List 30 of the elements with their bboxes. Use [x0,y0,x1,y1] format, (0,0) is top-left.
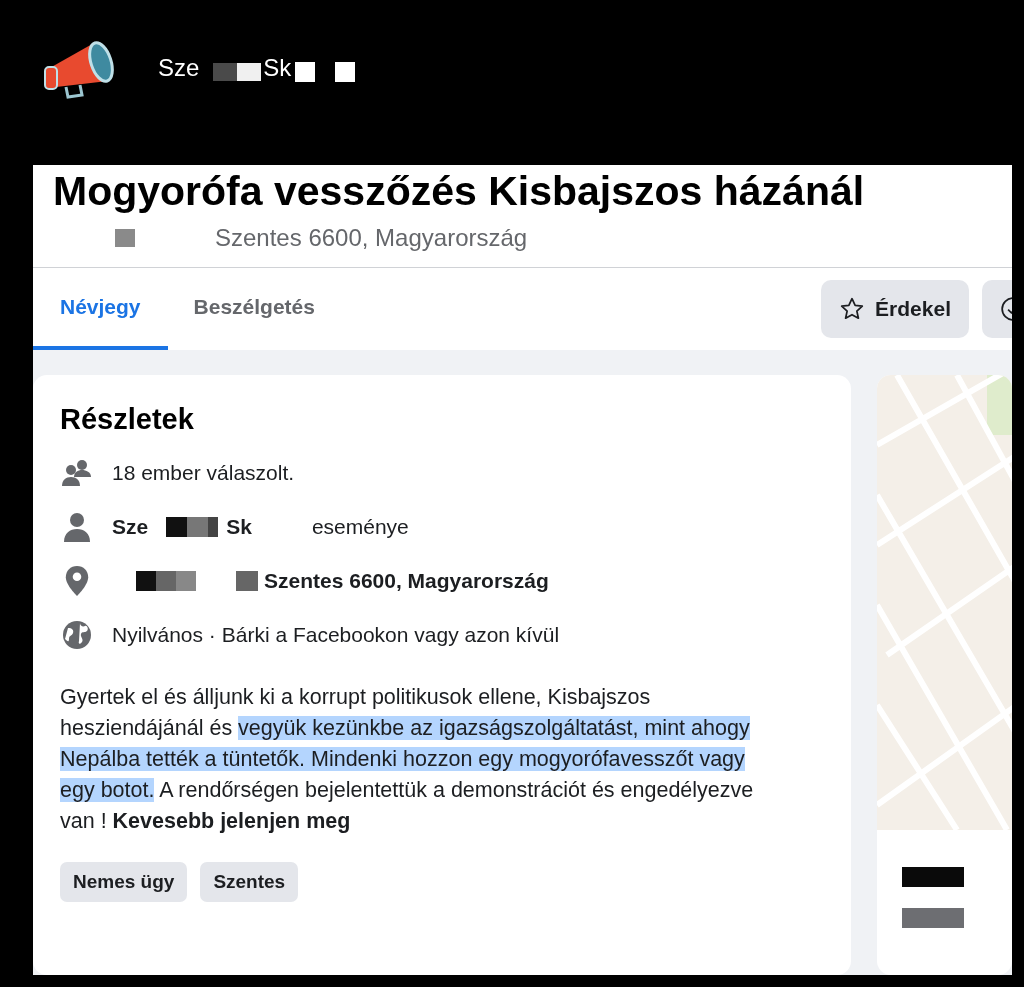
name-fragment: Sk [263,52,292,83]
redaction-block [295,61,316,82]
redaction-block [902,908,965,928]
star-icon [839,296,866,322]
host-label: eseménye [311,514,409,541]
redaction-block [166,517,219,537]
location-pin-icon [64,565,90,597]
location-text: Szentes 6600, Magyarország [264,568,549,595]
card-heading: Részletek [60,402,195,437]
tag-chip[interactable]: Nemes ügy [60,862,188,902]
tag-chip[interactable]: Szentes [200,862,299,902]
name-fragment: Sze [112,514,149,541]
event-location: Szentes 6600, Magyarország [215,223,528,253]
globe-icon [62,620,92,650]
interested-button[interactable]: Érdekel [821,280,969,338]
redaction-block [236,571,258,591]
redaction-block [335,61,356,82]
redaction-block [902,867,965,887]
name-fragment: Sze [158,52,200,83]
people-icon [61,459,93,487]
privacy-text: Nyilvános · Bárki a Facebookon vagy azon kívül [112,622,560,649]
responses-text: 18 ember válaszolt. [112,460,295,487]
name-fragment: Sk [226,514,252,541]
tab[interactable]: Beszélgetés [167,268,341,350]
redaction-block [115,229,135,247]
event-title: Mogyorófa vesszőzés Kisbajszos házánál [53,167,866,215]
redaction-block [213,62,262,81]
tab[interactable]: Névjegy [33,268,168,350]
redaction-block [136,571,196,591]
person-icon [63,512,91,542]
